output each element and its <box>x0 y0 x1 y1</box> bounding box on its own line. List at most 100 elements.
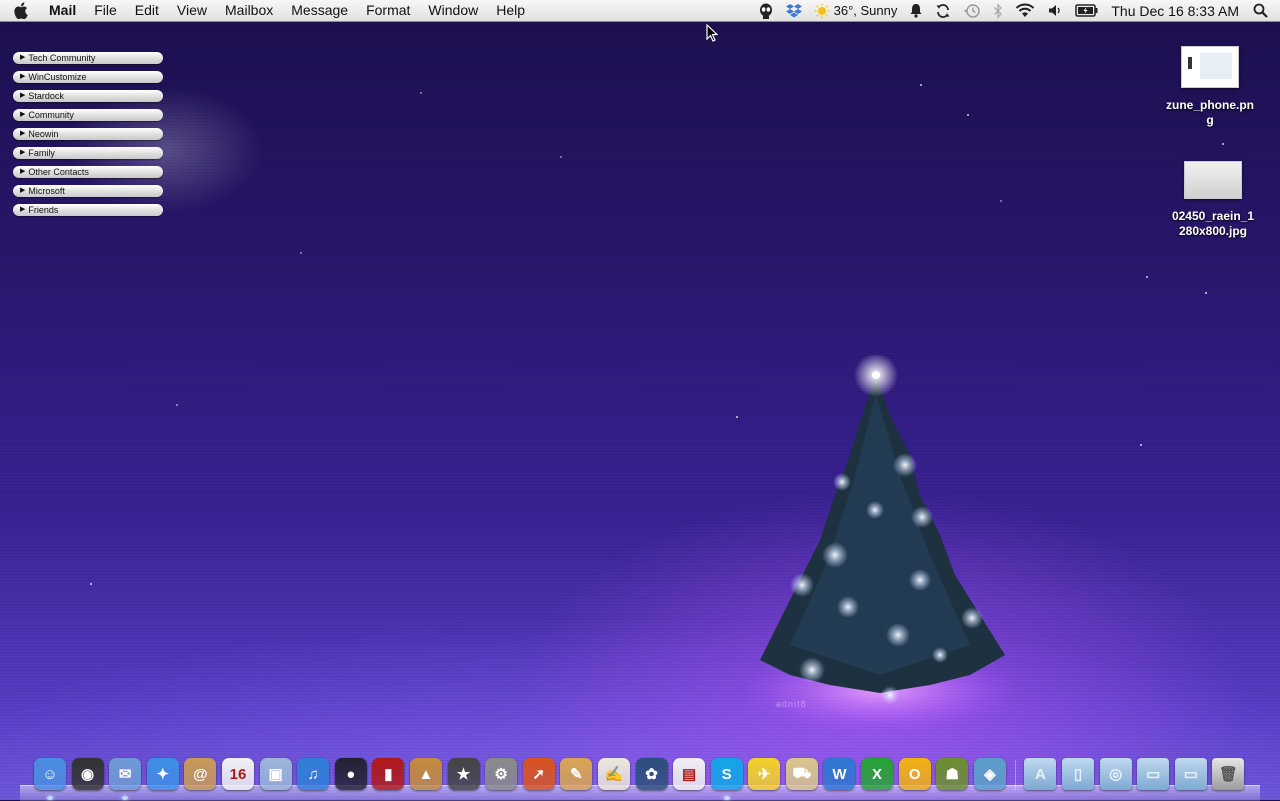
star <box>736 416 738 418</box>
group-wincustomize[interactable]: ▶ WinCustomize <box>13 71 163 83</box>
truck-icon[interactable]: ⛟ <box>785 758 818 790</box>
system-preferences-icon[interactable]: ⚙ <box>485 758 518 790</box>
alien-icon[interactable] <box>752 0 780 21</box>
menu-bar: Mail File Edit View Mailbox Message Form… <box>0 0 1280 22</box>
group-microsoft[interactable]: ▶ Microsoft <box>13 185 163 197</box>
menu-mailbox[interactable]: Mailbox <box>216 0 282 21</box>
rocket-icon[interactable]: ➚ <box>522 758 555 790</box>
group-stardock[interactable]: ▶ Stardock <box>13 90 163 102</box>
film-strip-icon[interactable]: ▮ <box>372 758 405 790</box>
spotlight-icon[interactable] <box>1249 0 1280 21</box>
bell-icon[interactable] <box>903 0 929 21</box>
time-machine-icon[interactable] <box>957 0 987 21</box>
downloads-folder-icon[interactable]: ◎ <box>1099 758 1132 790</box>
group-neowin[interactable]: ▶ Neowin <box>13 128 163 140</box>
contacts-widget: ▶ Tech Community ▶ WinCustomize ▶ Stardock … <box>13 52 163 223</box>
excel-icon[interactable]: X <box>861 758 894 790</box>
preview-icon[interactable]: ▣ <box>259 758 292 790</box>
group-community[interactable]: ▶ Community <box>13 109 163 121</box>
finder-icon[interactable]: ☺ <box>34 758 66 800</box>
image-thumbnail-icon <box>1181 46 1239 88</box>
sync-icon[interactable] <box>929 0 957 21</box>
weather-widget[interactable]: 36°, Sunny <box>808 0 904 21</box>
iphoto-icon[interactable]: ▲ <box>409 758 442 790</box>
star <box>300 252 302 254</box>
menu-app-name[interactable]: Mail <box>40 0 85 21</box>
star <box>1222 143 1224 145</box>
star <box>1000 200 1002 202</box>
address-book-icon[interactable]: @ <box>184 758 217 790</box>
sketch-icon[interactable]: ✎ <box>560 758 593 790</box>
menu-clock[interactable]: Thu Dec 16 8:33 AM <box>1105 0 1249 21</box>
robot-icon[interactable]: ☗ <box>936 758 969 790</box>
calendar-icon[interactable]: 16 <box>221 758 254 790</box>
mouse-cursor-icon <box>706 24 718 42</box>
star <box>420 92 422 94</box>
star <box>560 156 562 158</box>
textedit-icon[interactable]: ✍ <box>597 758 630 790</box>
weather-text: 36°, Sunny <box>833 3 898 18</box>
paint-icon[interactable]: ✿ <box>635 758 668 790</box>
disclosure-triangle-icon: ▶ <box>20 73 26 80</box>
image-thumbnail-icon <box>1184 161 1242 199</box>
group-label: Other Contacts <box>28 167 89 177</box>
volume-icon[interactable] <box>1041 0 1069 21</box>
network-icon[interactable]: ◈ <box>973 758 1006 790</box>
star <box>1146 276 1148 278</box>
itunes-icon[interactable]: ♫ <box>297 758 330 790</box>
desktop-file-zune-phone[interactable]: zune_phone.pn g <box>1155 46 1265 128</box>
disclosure-triangle-icon: ▶ <box>20 206 26 213</box>
apple-menu-icon[interactable] <box>0 2 40 19</box>
disclosure-triangle-icon: ▶ <box>20 168 26 175</box>
wifi-icon[interactable] <box>1009 0 1041 21</box>
dock-separator <box>1015 760 1017 790</box>
applications-folder-icon[interactable]: A <box>1024 758 1057 790</box>
photo-booth-icon[interactable]: ● <box>334 758 367 790</box>
menu-file[interactable]: File <box>85 0 126 21</box>
christmas-tree-wallpaper <box>740 355 1020 735</box>
star <box>90 583 92 585</box>
menu-help[interactable]: Help <box>487 0 534 21</box>
menu-message[interactable]: Message <box>282 0 357 21</box>
group-label: Tech Community <box>28 53 96 63</box>
battery-icon[interactable] <box>1069 0 1105 21</box>
group-label: Neowin <box>28 129 59 139</box>
group-label: Family <box>28 148 55 158</box>
file-name-line: 280x800.jpg <box>1178 224 1248 238</box>
window-icon[interactable]: ▭ <box>1137 758 1170 790</box>
safari-icon[interactable]: ✦ <box>146 758 179 790</box>
skype-icon[interactable]: S <box>710 758 743 800</box>
dock: ☺ ◉ ✉ ✦ @16 ▣ ♫ ● ▮ ▲ ★ ⚙ ➚ ✎ ✍ ✿ ▤ S ✈ ⛟ W X O ☗ ◈ A ▯ ◎ ▭ ▭ 🗑 <box>34 752 1250 800</box>
disclosure-triangle-icon: ▶ <box>20 54 26 61</box>
sun-icon <box>814 3 830 18</box>
group-family[interactable]: ▶ Family <box>13 147 163 159</box>
outlook-icon[interactable]: O <box>898 758 931 790</box>
window-icon[interactable]: ▭ <box>1174 758 1207 790</box>
group-tech-community[interactable]: ▶ Tech Community <box>13 52 163 64</box>
word-icon[interactable]: W <box>823 758 856 790</box>
group-friends[interactable]: ▶ Friends <box>13 204 163 216</box>
trash-icon[interactable]: 🗑 <box>1212 758 1245 790</box>
disclosure-triangle-icon: ▶ <box>20 111 26 118</box>
file-name-line: 02450_raein_1 <box>1171 209 1255 223</box>
menu-format[interactable]: Format <box>357 0 419 21</box>
menu-edit[interactable]: Edit <box>126 0 168 21</box>
star <box>1140 444 1142 446</box>
desktop-file-wallpaper-jpg[interactable]: 02450_raein_1 280x800.jpg <box>1158 161 1268 239</box>
file-name-line: zune_phone.pn <box>1166 98 1254 112</box>
file-name-line: g <box>1206 113 1214 127</box>
menu-window[interactable]: Window <box>419 0 487 21</box>
mail-icon[interactable]: ✉ <box>109 758 142 800</box>
group-other-contacts[interactable]: ▶ Other Contacts <box>13 166 163 178</box>
imovie-icon[interactable]: ★ <box>447 758 480 790</box>
documents-folder-icon[interactable]: ▯ <box>1062 758 1095 790</box>
bird-icon[interactable]: ✈ <box>748 758 781 790</box>
dropbox-icon[interactable] <box>780 0 808 21</box>
star <box>967 114 969 116</box>
menu-view[interactable]: View <box>168 0 216 21</box>
dashboard-icon[interactable]: ◉ <box>71 758 104 790</box>
star <box>176 404 178 406</box>
bluetooth-icon[interactable] <box>987 0 1009 21</box>
news-icon[interactable]: ▤ <box>673 758 706 790</box>
disclosure-triangle-icon: ▶ <box>20 92 26 99</box>
